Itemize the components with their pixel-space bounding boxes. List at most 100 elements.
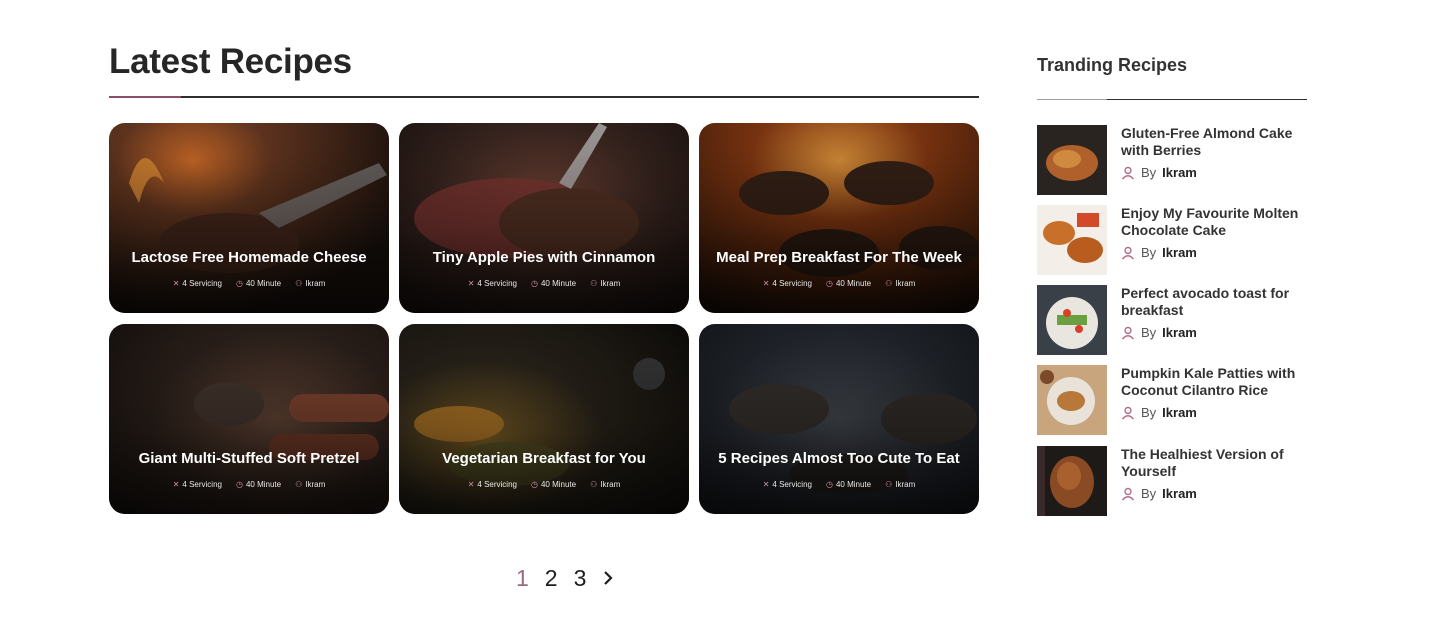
user-icon: ⚇: [885, 480, 893, 489]
utensils-icon: ✕: [467, 279, 475, 288]
time-meta: ◷ 40 Minute: [236, 279, 281, 288]
recipe-meta: ✕ 4 Servicing ◷ 40 Minute ⚇ Ikram: [699, 480, 979, 489]
recipe-meta: ✕ 4 Servicing ◷ 40 Minute ⚇ Ikram: [699, 279, 979, 288]
recipe-title: Tiny Apple Pies with Cinnamon: [432, 249, 656, 266]
utensils-icon: ✕: [762, 480, 770, 489]
trending-item[interactable]: The Healhiest Version of Yourself By Ikr…: [1037, 446, 1307, 516]
trending-byline: By Ikram: [1121, 165, 1307, 180]
user-icon: ⚇: [295, 480, 303, 489]
trending-thumbnail[interactable]: [1037, 285, 1107, 355]
utensils-icon: ✕: [172, 279, 180, 288]
next-page-button[interactable]: [602, 564, 620, 592]
chevron-right-icon: [604, 571, 613, 585]
food-image: [1037, 125, 1107, 195]
food-image: [1037, 365, 1107, 435]
trending-divider: [1037, 99, 1307, 100]
trending-title[interactable]: Enjoy My Favourite Molten Chocolate Cake: [1121, 205, 1307, 239]
by-label: By: [1141, 165, 1157, 180]
recipe-card[interactable]: Tiny Apple Pies with Cinnamon ✕ 4 Servici…: [399, 123, 689, 313]
user-icon: ⚇: [885, 279, 893, 288]
author-name[interactable]: Ikram: [1162, 165, 1197, 180]
time-meta: ◷ 40 Minute: [531, 480, 576, 489]
trending-title[interactable]: Gluten-Free Almond Cake with Berries: [1121, 125, 1307, 159]
author-text: Ikram: [305, 279, 326, 288]
user-icon: [1121, 326, 1135, 339]
author-meta: ⚇ Ikram: [590, 279, 620, 288]
trending-title[interactable]: Pumpkin Kale Patties with Coconut Cilant…: [1121, 365, 1307, 399]
heading-divider: [109, 96, 979, 98]
recipe-card[interactable]: Vegetarian Breakfast for You ✕ 4 Servicin…: [399, 324, 689, 514]
trending-item[interactable]: Perfect avocado toast for breakfast By I…: [1037, 285, 1307, 355]
recipe-meta: ✕ 4 Servicing ◷ 40 Minute ⚇ Ikram: [109, 279, 389, 288]
by-label: By: [1141, 325, 1157, 340]
author-name[interactable]: Ikram: [1162, 325, 1197, 340]
trending-item[interactable]: Gluten-Free Almond Cake with Berries By …: [1037, 125, 1307, 195]
author-text: Ikram: [895, 480, 916, 489]
trending-info: Perfect avocado toast for breakfast By I…: [1121, 285, 1307, 340]
user-icon: [1121, 406, 1135, 419]
recipe-title: 5 Recipes Almost Too Cute To Eat: [718, 450, 960, 467]
trending-thumbnail[interactable]: [1037, 125, 1107, 195]
time-text: 40 Minute: [540, 279, 577, 288]
trending-title[interactable]: The Healhiest Version of Yourself: [1121, 446, 1307, 480]
heading-divider-accent: [109, 96, 181, 98]
servings-text: 4 Servicing: [477, 480, 517, 489]
recipe-title: Vegetarian Breakfast for You: [442, 450, 646, 467]
trending-info: The Healhiest Version of Yourself By Ikr…: [1121, 446, 1307, 501]
clock-icon: ◷: [530, 279, 538, 288]
author-name[interactable]: Ikram: [1162, 245, 1197, 260]
author-text: Ikram: [895, 279, 916, 288]
recipe-card[interactable]: Giant Multi-Stuffed Soft Pretzel ✕ 4 Serv…: [109, 324, 389, 514]
recipe-card[interactable]: Meal Prep Breakfast For The Week ✕ 4 Serv…: [699, 123, 979, 313]
trending-byline: By Ikram: [1121, 245, 1307, 260]
author-meta: ⚇ Ikram: [295, 279, 325, 288]
latest-recipes-heading: Latest Recipes: [109, 42, 352, 81]
author-name[interactable]: Ikram: [1162, 486, 1197, 501]
author-meta: ⚇ Ikram: [885, 279, 915, 288]
trending-item[interactable]: Pumpkin Kale Patties with Coconut Cilant…: [1037, 365, 1307, 435]
servings-text: 4 Servicing: [772, 480, 812, 489]
author-meta: ⚇ Ikram: [295, 480, 325, 489]
user-icon: [1121, 246, 1135, 259]
by-label: By: [1141, 486, 1157, 501]
page-2-link[interactable]: 2: [545, 565, 558, 592]
recipe-meta: ✕ 4 Servicing ◷ 40 Minute ⚇ Ikram: [399, 480, 689, 489]
utensils-icon: ✕: [467, 480, 475, 489]
servings-meta: ✕ 4 Servicing: [763, 279, 812, 288]
recipe-title: Meal Prep Breakfast For The Week: [716, 249, 962, 266]
trending-thumbnail[interactable]: [1037, 365, 1107, 435]
time-text: 40 Minute: [245, 279, 282, 288]
trending-info: Gluten-Free Almond Cake with Berries By …: [1121, 125, 1307, 180]
trending-thumbnail[interactable]: [1037, 446, 1107, 516]
author-name[interactable]: Ikram: [1162, 405, 1197, 420]
recipe-card[interactable]: 5 Recipes Almost Too Cute To Eat ✕ 4 Serv…: [699, 324, 979, 514]
trending-title[interactable]: Perfect avocado toast for breakfast: [1121, 285, 1307, 319]
utensils-icon: ✕: [762, 279, 770, 288]
trending-byline: By Ikram: [1121, 405, 1307, 420]
recipe-card[interactable]: Lactose Free Homemade Cheese ✕ 4 Servicin…: [109, 123, 389, 313]
clock-icon: ◷: [825, 480, 833, 489]
servings-text: 4 Servicing: [182, 279, 222, 288]
user-icon: [1121, 166, 1135, 179]
time-text: 40 Minute: [835, 480, 872, 489]
author-meta: ⚇ Ikram: [885, 480, 915, 489]
trending-heading: Tranding Recipes: [1037, 55, 1188, 75]
trending-byline: By Ikram: [1121, 486, 1307, 501]
servings-text: 4 Servicing: [772, 279, 812, 288]
time-meta: ◷ 40 Minute: [826, 480, 871, 489]
recipe-meta: ✕ 4 Servicing ◷ 40 Minute ⚇ Ikram: [109, 480, 389, 489]
author-text: Ikram: [600, 279, 621, 288]
author-meta: ⚇ Ikram: [590, 480, 620, 489]
food-image: [1037, 205, 1107, 275]
food-image: [1037, 446, 1107, 516]
user-icon: [1121, 487, 1135, 500]
page-1-link[interactable]: 1: [516, 565, 529, 592]
trending-thumbnail[interactable]: [1037, 205, 1107, 275]
time-text: 40 Minute: [245, 480, 282, 489]
trending-info: Enjoy My Favourite Molten Chocolate Cake…: [1121, 205, 1307, 260]
latest-recipes-section: Latest Recipes: [109, 40, 979, 98]
user-icon: ⚇: [295, 279, 303, 288]
page-3-link[interactable]: 3: [574, 565, 587, 592]
servings-text: 4 Servicing: [477, 279, 517, 288]
trending-item[interactable]: Enjoy My Favourite Molten Chocolate Cake…: [1037, 205, 1307, 275]
